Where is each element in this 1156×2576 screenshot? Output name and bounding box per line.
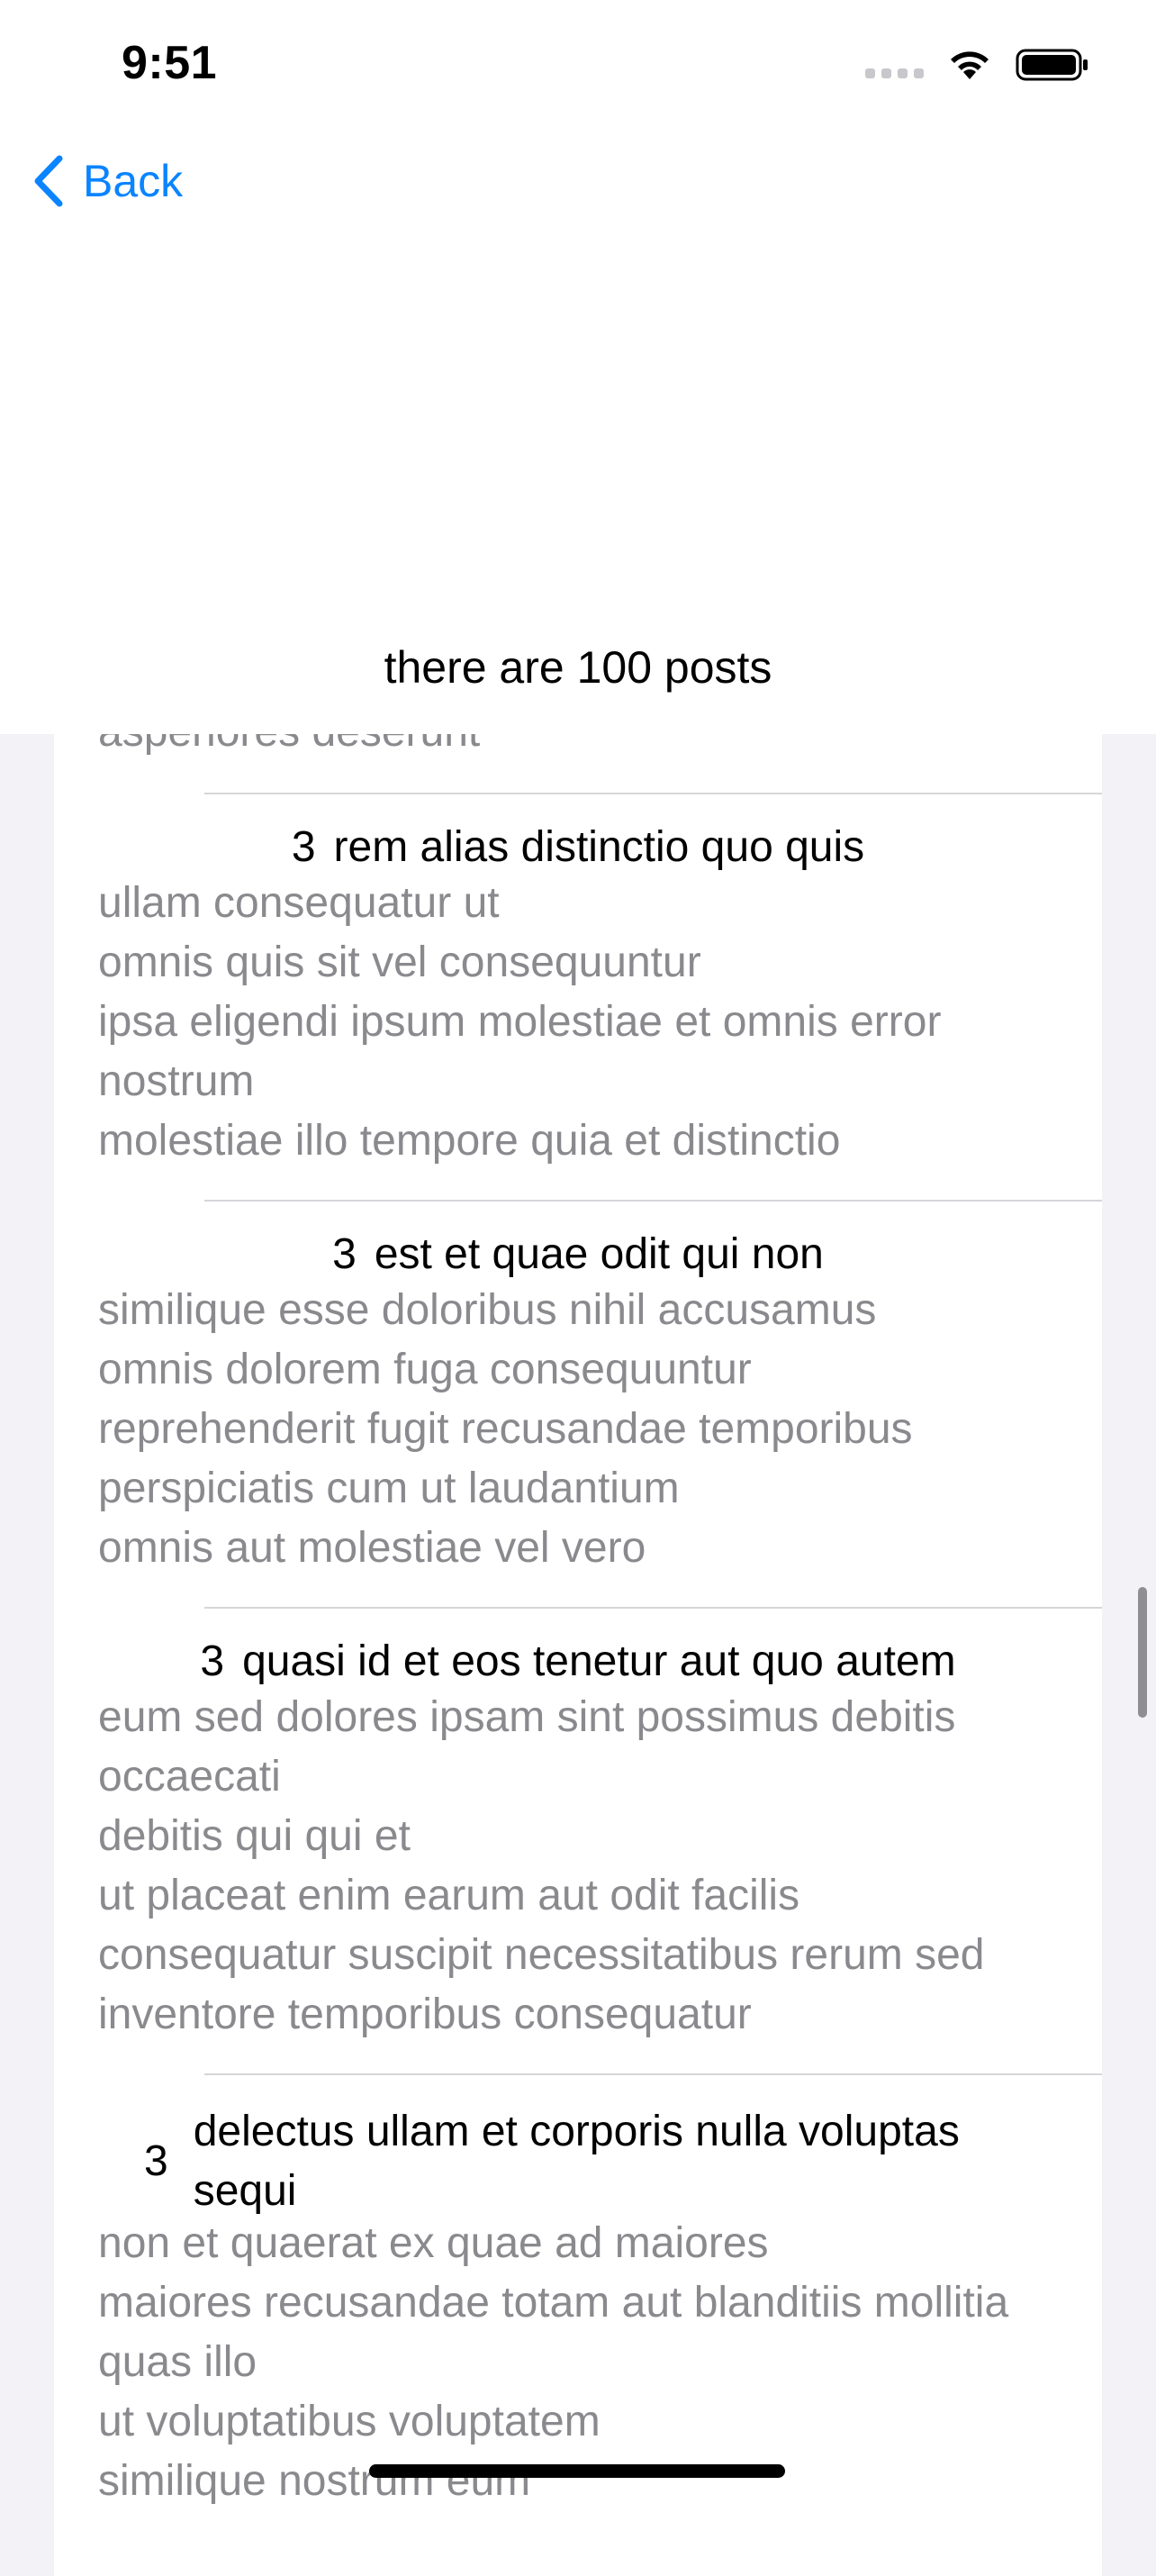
post-title-line: delectus ullam et corporis nulla volupta… (193, 2108, 960, 2155)
post-body-line: ut voluptatibus voluptatem (98, 2398, 601, 2445)
status-icons (865, 47, 1089, 83)
post-title-row: 3 rem alias distinctio quo quis (54, 818, 1102, 877)
post-title-row: 3 delectus ullam et corporis nulla volup… (144, 2102, 1089, 2221)
post-body-line: omnis quis sit vel consequuntur (98, 939, 701, 986)
post-count-label: there are 100 posts (384, 642, 772, 693)
post-body-line: debitis qui qui et (98, 1812, 411, 1860)
scroll-indicator[interactable] (1138, 1587, 1147, 1718)
post-body-line: ipsa eligendi ipsum molestiae et omnis e… (98, 998, 942, 1046)
post-title-row: 3 est et quae odit qui non (54, 1225, 1102, 1284)
post-body: similique esse doloribus nihil accusamus… (98, 1281, 1084, 1578)
post-body-line: eum sed dolores ipsam sint possimus debi… (98, 1693, 956, 1741)
cellular-dots-icon (865, 68, 924, 78)
post-body-line: consequatur suscipit necessitatibus reru… (98, 1931, 985, 1979)
row-divider (204, 1200, 1102, 1202)
post-body-line: ullam consequatur ut (98, 879, 500, 927)
back-button-label: Back (83, 156, 184, 206)
post-body-line: non et quaerat ex quae ad maiores (98, 2219, 769, 2267)
post-body-line: reprehenderit fugit recusandae temporibu… (98, 1405, 913, 1453)
post-title: delectus ullam et corporis nulla volupta… (194, 2102, 960, 2221)
post-body-line: nostrum (98, 1057, 255, 1105)
row-divider (204, 1607, 1102, 1609)
post-body-line: quas illo (98, 2338, 257, 2386)
home-indicator[interactable] (369, 2464, 785, 2478)
post-user-id: 3 (332, 1230, 357, 1278)
wifi-icon (951, 51, 989, 79)
post-body-line: occaecati (98, 1753, 281, 1800)
post-title: est et quae odit qui non (374, 1230, 824, 1278)
post-body-line: omnis dolorem fuga consequuntur (98, 1346, 752, 1393)
row-divider (204, 793, 1102, 794)
post-title-line: sequi (193, 2167, 297, 2215)
post-title: rem alias distinctio quo quis (333, 823, 865, 871)
status-time: 9:51 (122, 37, 218, 89)
post-body-line: similique esse doloribus nihil accusamus (98, 1286, 877, 1334)
post-user-id: 3 (291, 823, 316, 871)
post-user-id: 3 (200, 1637, 225, 1685)
post-body-line: inventore temporibus consequatur (98, 1991, 752, 2038)
post-title: quasi id et eos tenetur aut quo autem (242, 1637, 956, 1685)
post-body: eum sed dolores ipsam sint possimus debi… (98, 1688, 1084, 2045)
battery-full-icon (1016, 49, 1088, 81)
post-user-id: 3 (144, 2137, 168, 2185)
posts-list[interactable]: asperiores deserunt 3 rem alias distinct… (54, 685, 1102, 2576)
post-body-line: omnis aut molestiae vel vero (98, 1524, 646, 1572)
back-button[interactable]: Back (32, 155, 183, 207)
post-body-line: maiores recusandae totam aut blanditiis … (98, 2279, 1009, 2327)
post-body-line: perspiciatis cum ut laudantium (98, 1465, 680, 1512)
navigation-header: 9:51 Back there are 100 posts (0, 0, 1156, 734)
chevron-left-icon (34, 155, 63, 207)
row-divider (204, 2073, 1102, 2075)
post-body: ullam consequatur ut omnis quis sit vel … (98, 874, 1084, 1171)
post-title-row: 3 quasi id et eos tenetur aut quo autem (54, 1632, 1102, 1692)
post-body-line: molestiae illo tempore quia et distincti… (98, 1117, 841, 1165)
post-body-line: ut placeat enim earum aut odit facilis (98, 1872, 800, 1919)
post-body-line: similique nostrum eum (98, 2457, 531, 2505)
